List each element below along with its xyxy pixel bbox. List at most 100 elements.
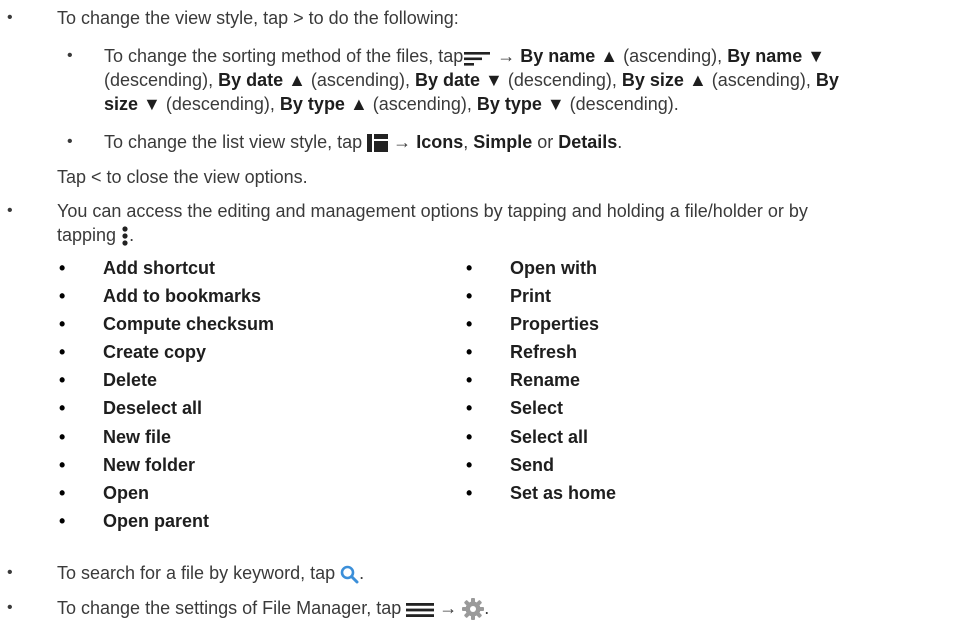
bullet: • [59, 314, 66, 335]
by-type-asc: By type ▲ [279, 94, 368, 114]
bullet: • [59, 482, 66, 503]
option-label: Rename [510, 370, 581, 391]
bullet: • [466, 426, 473, 447]
document-page: • To change the view style, tap > to do … [0, 0, 976, 621]
option-label: Add shortcut [103, 258, 215, 278]
option-label: Select all [510, 426, 589, 447]
option-item: • Open parent [59, 510, 274, 538]
edit-line-2-text: tapping [57, 225, 117, 245]
option-label: Add to bookmarks [103, 286, 262, 307]
bullet: • [59, 454, 66, 475]
option-label: Select [510, 398, 564, 419]
hamburger-menu-icon [406, 601, 435, 618]
settings-line: To change the settings of File Manager, … [57, 597, 490, 621]
arrow: → [439, 598, 458, 618]
bullet: • [466, 258, 473, 278]
option-item: • Send [466, 454, 616, 482]
bullet: • [466, 342, 473, 363]
sort-text: (ascending), [618, 46, 728, 66]
gear-icon [462, 598, 485, 621]
option-label: Create copy [103, 342, 207, 363]
bullet: • [59, 286, 66, 307]
separator: . [129, 225, 135, 245]
option-item: • Add shortcut [59, 257, 274, 285]
sort-text: (ascending), [367, 94, 477, 114]
arrow: → [497, 46, 516, 66]
bullet: • [466, 454, 473, 475]
option-label: New folder [103, 454, 196, 475]
by-text: By [815, 70, 839, 90]
list-view-prefix: To change the list view style, tap [104, 132, 363, 152]
options-left-column: • Add shortcut • Add to bookmarks • Compute c… [59, 257, 275, 538]
settings-text: To change the settings of File Manager, … [57, 598, 402, 618]
separator: . [617, 132, 623, 152]
option-label: Refresh [510, 342, 578, 363]
separator: , [463, 132, 474, 152]
bullet: • [59, 342, 66, 363]
arrow: → [393, 132, 412, 152]
simple-option: Simple [473, 132, 533, 152]
option-label: Open with [510, 258, 597, 278]
option-item: • Open with [466, 257, 616, 285]
bullet: • [466, 482, 473, 503]
option-item: • Select all [466, 426, 616, 454]
by-date-asc: By date ▲ [218, 70, 306, 90]
search-line: To search for a file by keyword, tap . [57, 562, 364, 584]
sort-lines-icon [464, 49, 492, 66]
search-text: To search for a file by keyword, tap [57, 563, 336, 583]
option-label: Compute checksum [103, 314, 275, 335]
option-item: • Deselect all [59, 397, 274, 425]
bullet: • [7, 202, 13, 219]
bullet: • [67, 133, 73, 150]
sort-text: (ascending), [706, 70, 816, 90]
option-label: Deselect all [103, 398, 203, 419]
option-label: Open [103, 482, 150, 503]
option-label: Delete [103, 370, 158, 391]
grid-view-icon [367, 134, 389, 153]
bullet: • [59, 510, 66, 531]
search-icon [340, 565, 359, 584]
by-size-desc: size ▼ [104, 94, 161, 114]
bullet: • [59, 370, 66, 391]
option-label: Open parent [103, 510, 210, 531]
edit-line-2: tapping . [57, 224, 134, 246]
sort-line-3: size ▼ (descending), By type ▲ (ascendin… [104, 93, 679, 115]
option-label: Print [510, 286, 552, 307]
bullet: • [7, 599, 13, 616]
list-view-line: To change the list view style, tap → Ico… [104, 131, 622, 153]
by-date-desc: By date ▼ [414, 70, 503, 90]
by-type-desc: By type ▼ [476, 94, 565, 114]
bullet: • [59, 398, 66, 419]
view-style-text: To change the view style, tap > to do th… [57, 8, 459, 28]
details-option: Details [558, 132, 618, 152]
option-item: • New file [59, 426, 274, 454]
sort-text: (descending), [104, 70, 219, 90]
option-item: • Refresh [466, 341, 616, 369]
sort-text: (descending), [160, 94, 280, 114]
option-item: • Print [466, 285, 616, 313]
sort-line-1: To change the sorting method of the file… [104, 45, 825, 67]
option-item: • New folder [59, 454, 274, 482]
bullet: • [466, 314, 473, 335]
option-label: Properties [510, 314, 600, 335]
option-label: Set as home [510, 482, 617, 503]
option-item: • Properties [466, 313, 616, 341]
separator: . [484, 598, 490, 618]
sort-text: (descending). [564, 94, 679, 114]
bullet: • [466, 286, 473, 307]
sort-text: (ascending), [305, 70, 415, 90]
option-item: • Open [59, 482, 274, 510]
vertical-dots-icon [121, 226, 129, 246]
edit-line-1: You can access the editing and managemen… [57, 201, 808, 221]
bullet: • [59, 258, 66, 278]
bullet: • [59, 426, 66, 447]
by-size-asc: By size ▲ [621, 70, 707, 90]
option-label: New file [103, 426, 172, 447]
bullet: • [67, 47, 73, 64]
separator: . [359, 563, 365, 583]
separator: or [532, 132, 559, 152]
option-label: Send [510, 454, 555, 475]
bullet: • [466, 398, 473, 419]
sort-text: (descending), [502, 70, 622, 90]
option-item: • Compute checksum [59, 313, 275, 341]
